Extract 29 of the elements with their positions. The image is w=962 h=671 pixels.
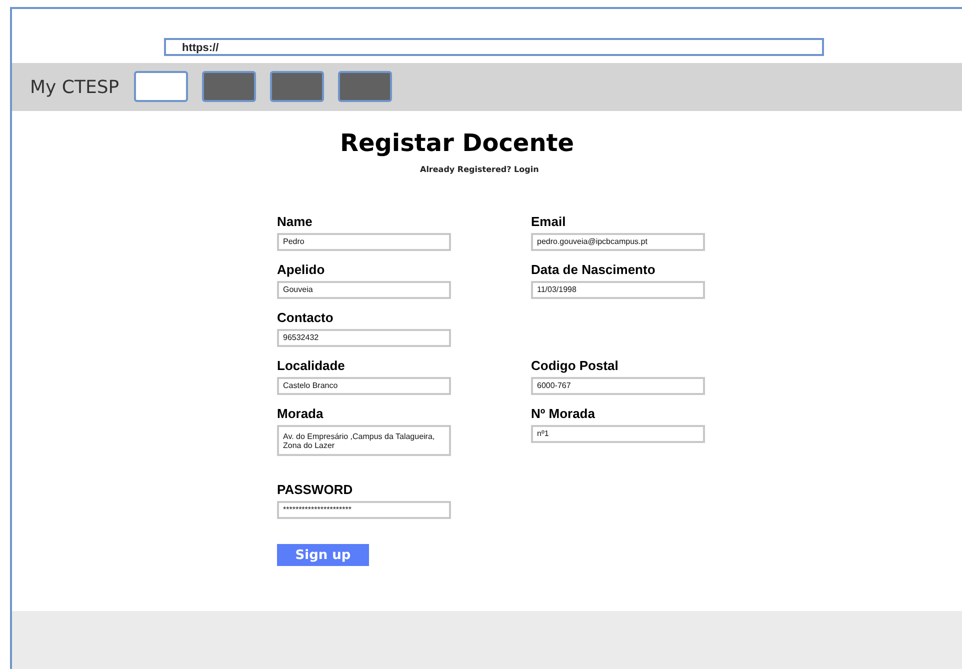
- nav-tab[interactable]: [134, 71, 188, 102]
- field-label: Data de Nascimento: [531, 262, 656, 277]
- input-field[interactable]: nº1: [531, 425, 705, 443]
- field-label: Apelido: [277, 262, 326, 277]
- field-label: PASSWORD: [277, 482, 354, 497]
- input-field[interactable]: 6000-767: [531, 377, 705, 395]
- input-field[interactable]: 11/03/1998: [531, 281, 705, 299]
- nav-tab[interactable]: [202, 71, 256, 102]
- nav-tab[interactable]: [338, 71, 392, 102]
- field-label: Contacto: [277, 310, 334, 325]
- input-field[interactable]: pedro.gouveia@ipcbcampus.pt: [531, 233, 705, 251]
- address-bar[interactable]: https://: [164, 38, 824, 56]
- input-field[interactable]: Pedro: [277, 233, 451, 251]
- field-label: Localidade: [277, 358, 346, 373]
- page-title: Registar Docente: [338, 129, 576, 157]
- field-label: Codigo Postal: [531, 358, 620, 373]
- textarea-field[interactable]: Av. do Empresário ,Campus da Talagueira, Zona do Lazer: [277, 425, 451, 456]
- field-label: Name: [277, 214, 314, 229]
- brand-title: My CTESP: [30, 76, 120, 98]
- field-label: Email: [531, 214, 567, 229]
- field-label: Nº Morada: [531, 406, 596, 421]
- input-field[interactable]: Castelo Branco: [277, 377, 451, 395]
- field-label: Morada: [277, 406, 324, 421]
- input-field[interactable]: 96532432: [277, 329, 451, 347]
- login-link[interactable]: Already Registered? Login: [420, 165, 962, 174]
- nav-tab[interactable]: [270, 71, 324, 102]
- input-field[interactable]: **********************: [277, 501, 451, 519]
- sign-up-button[interactable]: Sign up: [277, 544, 369, 566]
- input-field[interactable]: Gouveia: [277, 281, 451, 299]
